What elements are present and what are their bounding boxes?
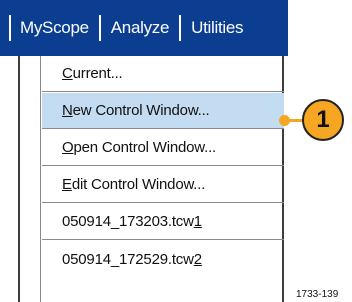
myscope-dropdown-menu: Current... New Control Window... Open Co… (18, 56, 284, 302)
menu-item-current[interactable]: Current... (42, 56, 284, 92)
menu-item-label: urrent... (72, 65, 123, 82)
menu-item-open-control-window[interactable]: Open Control Window... (42, 130, 284, 166)
callout-number: 1 (316, 106, 330, 133)
menu-item-accelerator: 2 (193, 250, 202, 268)
callout-number-badge: 1 (302, 99, 344, 141)
menu-item-new-control-window[interactable]: New Control Window... (42, 93, 284, 129)
menu-analyze[interactable]: Analyze (111, 18, 170, 38)
menu-item-accelerator: N (62, 102, 73, 119)
menu-item-recent-file-1[interactable]: 050914_173203.tcw 1 (42, 204, 284, 240)
menu-separator (9, 15, 11, 41)
menu-item-prefix: 050914_173203.tcw (62, 213, 194, 230)
callout-leader-line (284, 119, 304, 122)
menu-myscope[interactable]: MyScope (20, 18, 89, 38)
menu-separator (179, 15, 182, 41)
menu-item-label: pen Control Window... (73, 139, 217, 156)
menu-separator (98, 15, 101, 41)
menu-item-accelerator: C (62, 65, 73, 82)
menu-item-recent-file-2[interactable]: 050914_172529.tcw 2 (42, 241, 284, 277)
menu-item-edit-control-window[interactable]: Edit Control Window... (42, 167, 284, 203)
menu-item-accelerator: E (62, 176, 72, 193)
menu-utilities[interactable]: Utilities (191, 18, 243, 38)
menu-item-accelerator: O (62, 139, 74, 156)
menu-item-label: dit Control Window... (71, 176, 206, 193)
menu-item-accelerator: 1 (193, 213, 202, 230)
menu-icon-gutter (40, 56, 41, 302)
figure-id-label: 1733-139 (296, 289, 339, 300)
menu-bar: MyScope Analyze Utilities (0, 0, 288, 56)
menu-item-prefix: 050914_172529.tcw (62, 250, 194, 268)
menu-item-label: ew Control Window... (72, 102, 210, 119)
